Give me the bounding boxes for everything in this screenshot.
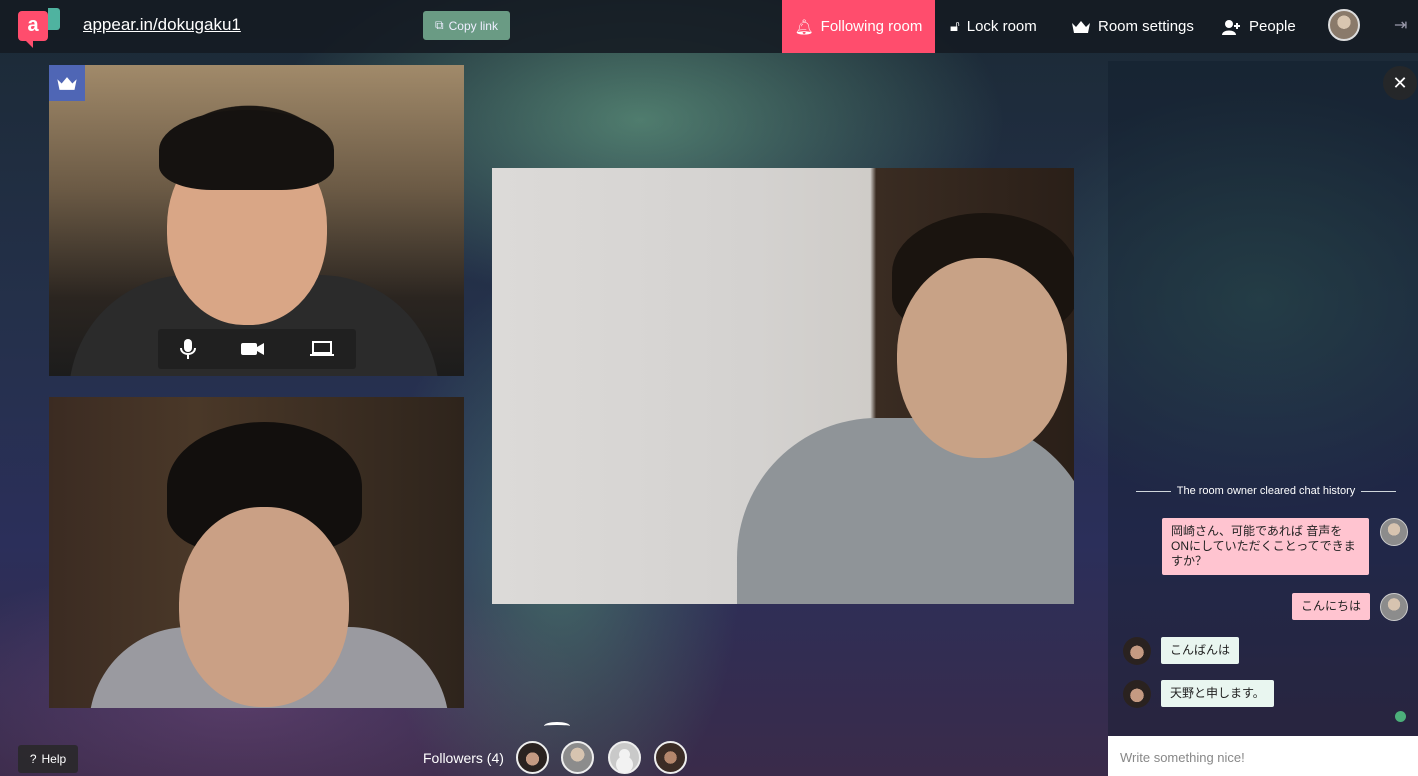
video-tile-participant-2[interactable] — [49, 397, 464, 708]
top-bar: a appear.in/dokugaku1 ⧉ Copy link 🔔︎ Fol… — [0, 0, 1418, 53]
microphone-icon[interactable] — [180, 338, 197, 360]
logo-glyph: a — [27, 14, 39, 36]
copy-link-button[interactable]: ⧉ Copy link — [423, 11, 510, 40]
participant-face — [179, 507, 349, 707]
chat-message: 岡崎さん、可能であれば 音声をONにしていただくことってできますか？ — [1162, 518, 1369, 575]
chat-panel — [1108, 61, 1418, 776]
help-button[interactable]: ? Help — [18, 745, 78, 773]
user-avatar[interactable] — [1328, 9, 1360, 41]
people-label: People — [1249, 18, 1296, 35]
lock-room-label: Lock room — [966, 18, 1037, 35]
chat-message-input[interactable]: Write something nice! — [1108, 736, 1418, 776]
media-controls — [158, 329, 356, 369]
room-settings-button[interactable]: Room settings — [1071, 0, 1194, 53]
chat-cleared-text: The room owner cleared chat history — [1176, 485, 1356, 497]
follower-avatar[interactable] — [561, 741, 594, 774]
appear-in-logo[interactable]: a — [18, 8, 62, 48]
video-tile-participant-3[interactable] — [492, 168, 1074, 604]
screenshare-icon[interactable] — [309, 341, 334, 357]
crown-icon — [1072, 20, 1090, 33]
help-label: Help — [41, 752, 67, 766]
participant-face — [897, 258, 1067, 458]
close-chat-icon[interactable]: ✕ — [1383, 66, 1417, 100]
chat-message: こんにちは — [1292, 593, 1371, 620]
chat-avatar — [1380, 593, 1408, 621]
unlock-icon: 🔓︎ — [950, 18, 960, 35]
people-icon — [1222, 19, 1240, 35]
room-url-link[interactable]: appear.in/dokugaku1 — [83, 15, 241, 35]
logo-camera-icon — [48, 8, 60, 30]
expand-followers-icon[interactable] — [544, 722, 570, 730]
lock-room-button[interactable]: 🔓︎ Lock room — [950, 0, 1037, 53]
participant-hair — [159, 110, 334, 190]
leave-room-icon[interactable]: ⇥ — [1394, 15, 1412, 34]
chat-avatar — [1380, 518, 1408, 546]
question-icon: ? — [29, 752, 37, 766]
chat-message: こんばんは — [1161, 637, 1240, 664]
chat-cleared-notice: The room owner cleared chat history — [1136, 485, 1396, 497]
follower-avatar-placeholder[interactable] — [608, 741, 641, 774]
bell-icon: 🔔︎ — [794, 18, 814, 36]
room-settings-label: Room settings — [1098, 18, 1194, 35]
chat-message: 天野と申します。 — [1161, 680, 1274, 707]
follower-avatar[interactable] — [516, 741, 549, 774]
copy-link-label: Copy link — [448, 18, 498, 33]
followers-label: Followers (4) — [423, 750, 504, 766]
people-button[interactable]: People — [1222, 0, 1296, 53]
copy-icon: ⧉ — [435, 18, 444, 32]
follower-avatar[interactable] — [654, 741, 687, 774]
owner-crown-icon — [49, 65, 85, 101]
chat-avatar — [1123, 680, 1151, 708]
following-room-label: Following room — [820, 18, 923, 35]
online-status-icon — [1395, 711, 1406, 722]
camera-icon[interactable] — [240, 341, 265, 357]
chat-avatar — [1123, 637, 1151, 665]
following-room-button[interactable]: 🔔︎ Following room — [782, 0, 935, 53]
